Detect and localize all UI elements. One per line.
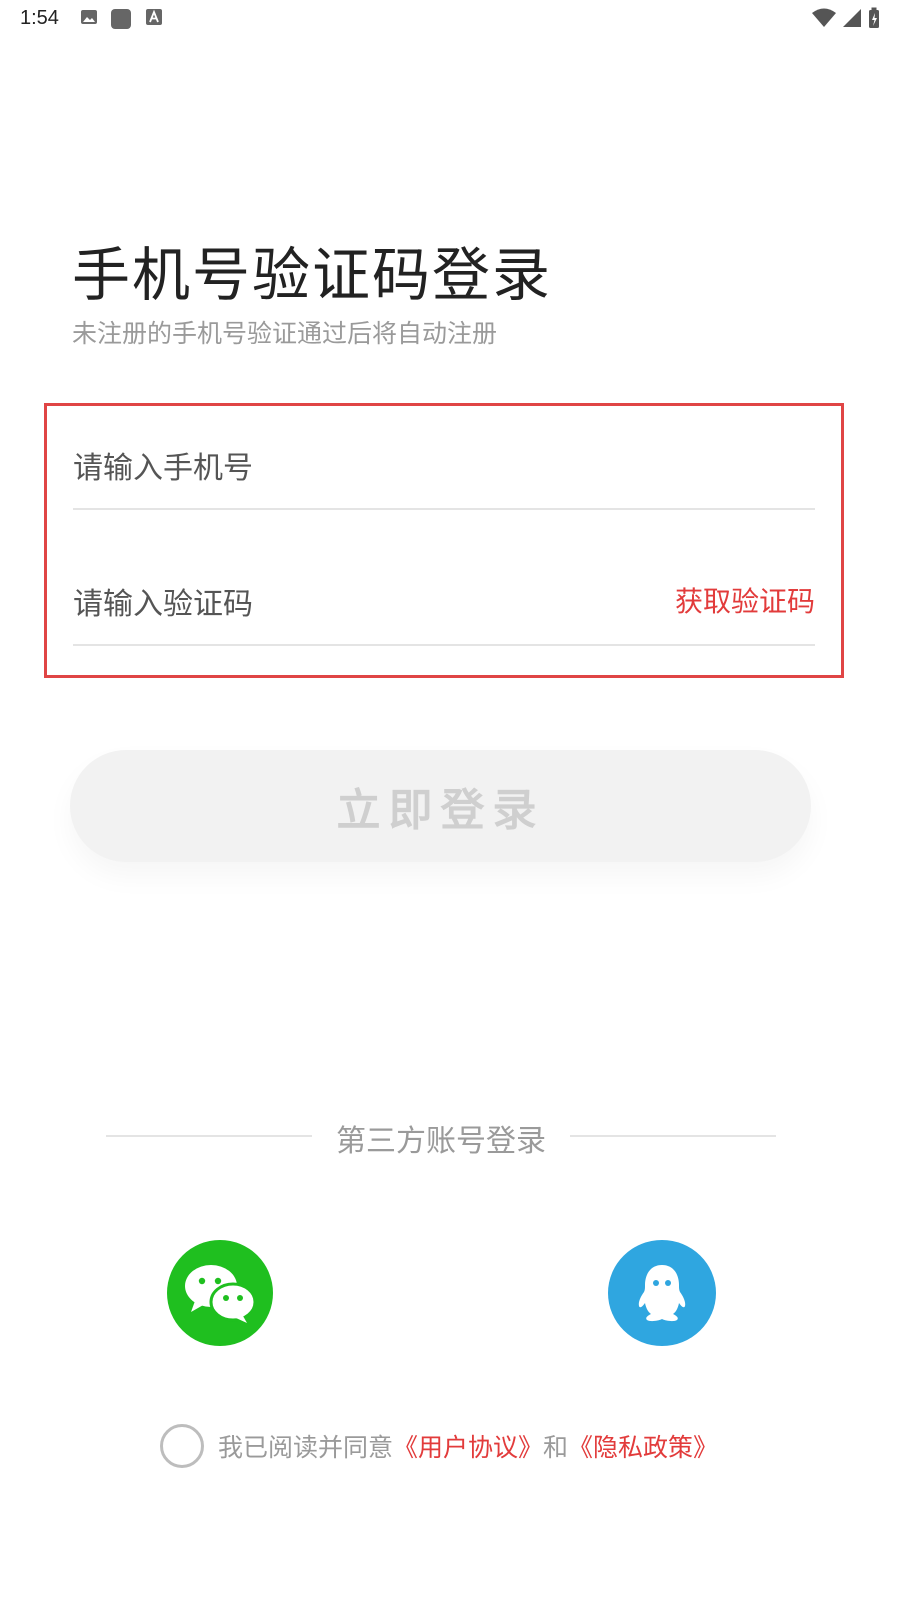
- qq-login-button[interactable]: [608, 1240, 716, 1346]
- login-form: 获取验证码: [44, 403, 844, 678]
- login-button[interactable]: 立即登录: [70, 750, 811, 862]
- image-icon: [81, 10, 97, 24]
- third-party-label: 第三方账号登录: [336, 1124, 546, 1159]
- code-input[interactable]: [73, 587, 633, 622]
- agreement-prefix: 我已阅读并同意: [218, 1433, 394, 1462]
- status-time: 1:54: [20, 7, 59, 29]
- status-bar: 1:54: [0, 0, 900, 38]
- signal-icon: [843, 9, 861, 27]
- agreement-checkbox[interactable]: [160, 1424, 204, 1468]
- page-title: 手机号验证码登录: [72, 241, 553, 309]
- get-code-button[interactable]: 获取验证码: [675, 580, 815, 620]
- code-field: 获取验证码: [73, 542, 815, 646]
- privacy-policy-link[interactable]: 《隐私政策》: [568, 1428, 718, 1464]
- user-agreement-link[interactable]: 《用户协议》: [393, 1428, 543, 1464]
- battery-charging-icon: [869, 7, 879, 28]
- agreement-and: 和: [543, 1433, 569, 1462]
- page-subtitle: 未注册的手机号验证通过后将自动注册: [72, 319, 498, 348]
- phone-field: [73, 406, 815, 510]
- phone-input[interactable]: [73, 451, 633, 486]
- wifi-icon: [812, 8, 836, 27]
- app-square-icon: [111, 9, 131, 29]
- status-right: [812, 7, 880, 29]
- agreement-row: 我已阅读并同意 《用户协议》 和 《隐私政策》: [160, 1423, 718, 1469]
- qq-icon: [638, 1265, 686, 1322]
- wechat-icon: [185, 1265, 257, 1323]
- third-party-divider: 第三方账号登录: [106, 1114, 776, 1159]
- divider-line-right: [570, 1135, 776, 1137]
- wechat-login-button[interactable]: [167, 1240, 273, 1346]
- font-a-icon: [146, 9, 162, 25]
